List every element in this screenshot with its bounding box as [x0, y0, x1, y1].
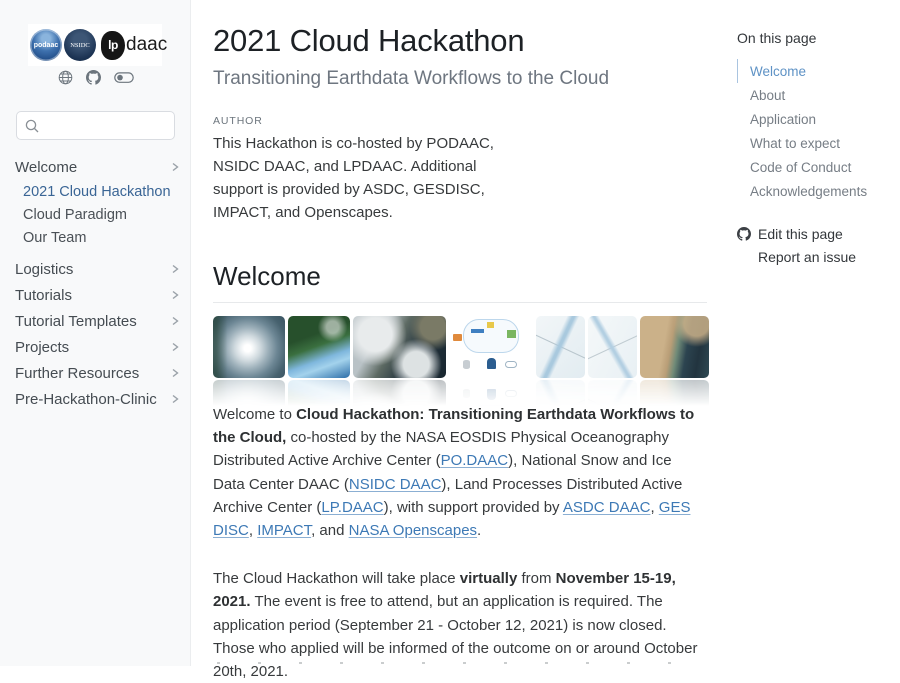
diagram-node: [487, 322, 494, 328]
github-icon[interactable]: [86, 70, 101, 85]
sidebar-item-label: Tutorial Templates: [15, 313, 137, 330]
search-box[interactable]: [16, 111, 175, 140]
sidebar-item-tutorial-templates[interactable]: Tutorial Templates: [15, 308, 180, 334]
report-an-issue-link[interactable]: Report an issue: [737, 245, 893, 268]
diagram-user-icon: [487, 358, 496, 369]
diagram-node: [507, 330, 516, 338]
chevron-right-icon[interactable]: [170, 264, 180, 274]
text: from: [517, 570, 555, 587]
theme-toggle-icon[interactable]: [114, 70, 134, 85]
section-heading-welcome: Welcome: [213, 261, 707, 303]
sidebar-item-label: Projects: [15, 339, 69, 356]
text-link[interactable]: PO.DAAC: [441, 452, 509, 469]
text: ), with support provided by: [384, 499, 563, 516]
lpdaac-logo-text: daac: [126, 34, 167, 56]
lpdaac-logo-mark: lp: [101, 31, 125, 60]
sidebar-item-label: Tutorials: [15, 287, 72, 304]
toc-list: Welcome About Application What to expect…: [737, 59, 893, 203]
sidebar-item-projects[interactable]: Projects: [15, 334, 180, 360]
sidebar-nav: Welcome 2021 Cloud Hackathon Cloud Parad…: [15, 154, 180, 412]
sidebar-item-pre-hackathon-clinic[interactable]: Pre-Hackathon-Clinic: [15, 386, 180, 412]
sidebar-item-tutorials[interactable]: Tutorials: [15, 282, 180, 308]
text: .: [477, 522, 481, 539]
text-link[interactable]: IMPACT: [257, 522, 311, 539]
sidebar-item-welcome[interactable]: Welcome: [15, 154, 180, 180]
sidebar-tool-icons: [0, 70, 191, 85]
chevron-right-icon[interactable]: [170, 316, 180, 326]
toc-item-about[interactable]: About: [737, 83, 893, 107]
toc-actions: Edit this page Report an issue: [737, 222, 893, 268]
arctic-ice-satellite-image: [353, 316, 446, 378]
sidebar-welcome-children: 2021 Cloud Hackathon Cloud Paradigm Our …: [15, 180, 180, 249]
text-link[interactable]: ASDC DAAC: [563, 499, 651, 516]
text: ,: [650, 499, 658, 516]
github-icon: [737, 227, 751, 241]
sidebar-item-further-resources[interactable]: Further Resources: [15, 360, 180, 386]
logo-banner[interactable]: podaac NSIDC lp daac: [28, 24, 162, 66]
sidebar-item-label: Pre-Hackathon-Clinic: [15, 391, 157, 408]
toc-heading: On this page: [737, 30, 893, 46]
globe-icon[interactable]: [58, 70, 73, 85]
toc-panel: On this page Welcome About Application W…: [737, 30, 893, 268]
text-link[interactable]: NSIDC DAAC: [349, 476, 442, 493]
sidebar: podaac NSIDC lp daac: [0, 0, 191, 666]
toc-item-what-to-expect[interactable]: What to expect: [737, 131, 893, 155]
hurricane-satellite-image: [213, 316, 285, 378]
podaac-logo: podaac: [30, 29, 62, 61]
page-title: 2021 Cloud Hackathon: [213, 23, 707, 59]
text: The Cloud Hackathon will take place: [213, 570, 460, 587]
toc-item-application[interactable]: Application: [737, 107, 893, 131]
sidebar-item-label: Logistics: [15, 261, 73, 278]
sidebar-item-our-team[interactable]: Our Team: [23, 226, 180, 249]
desert-coast-satellite-image: [640, 316, 709, 378]
sidebar-item-label: Further Resources: [15, 365, 139, 382]
banner-image-collage: [213, 316, 707, 378]
diagram-node: [471, 329, 484, 333]
sidebar-item-cloud-paradigm[interactable]: Cloud Paradigm: [23, 203, 180, 226]
chevron-right-icon[interactable]: [170, 394, 180, 404]
clipped-next-paragraph: [217, 662, 697, 664]
diagram-database-icon: [463, 360, 470, 369]
text-link[interactable]: LP.DAAC: [321, 499, 383, 516]
bold-text: virtually: [460, 570, 518, 587]
author-text: This Hackathon is co-hosted by PODAAC, N…: [213, 132, 521, 224]
toc-item-acknowledgements[interactable]: Acknowledgements: [737, 179, 893, 203]
chevron-right-icon[interactable]: [170, 162, 180, 172]
cloud-architecture-diagram-image: [449, 316, 533, 378]
text-link[interactable]: NASA Openscapes: [349, 522, 477, 539]
text: The event is free to attend, but an appl…: [213, 593, 697, 680]
chevron-right-icon[interactable]: [170, 290, 180, 300]
text: Welcome to: [213, 406, 296, 423]
diagram-node: [453, 334, 462, 341]
sidebar-item-logistics[interactable]: Logistics: [15, 256, 180, 282]
nsidc-logo: NSIDC: [64, 29, 96, 61]
sea-ice-satellite-image: [588, 316, 637, 378]
text: , and: [311, 522, 349, 539]
edit-this-page-label: Edit this page: [758, 226, 843, 242]
author-label: AUTHOR: [213, 115, 707, 127]
page-subtitle: Transitioning Earthdata Workflows to the…: [213, 68, 707, 90]
search-icon: [25, 119, 39, 133]
chevron-right-icon[interactable]: [170, 368, 180, 378]
coastal-bloom-satellite-image: [288, 316, 350, 378]
diagram-small-cloud-icon: [505, 361, 517, 368]
main-content: 2021 Cloud Hackathon Transitioning Earth…: [213, 0, 707, 666]
chevron-right-icon[interactable]: [170, 342, 180, 352]
sidebar-item-2021-cloud-hackathon[interactable]: 2021 Cloud Hackathon: [23, 180, 180, 203]
report-an-issue-label: Report an issue: [758, 249, 856, 265]
ice-shelf-satellite-image: [536, 316, 585, 378]
search-input[interactable]: [45, 118, 174, 133]
edit-this-page-link[interactable]: Edit this page: [737, 222, 893, 245]
welcome-paragraph-1: Welcome to Cloud Hackathon: Transitionin…: [213, 403, 707, 542]
toc-item-welcome[interactable]: Welcome: [737, 59, 893, 83]
sidebar-item-label: Welcome: [15, 159, 77, 176]
toc-item-code-of-conduct[interactable]: Code of Conduct: [737, 155, 893, 179]
text: ,: [249, 522, 257, 539]
